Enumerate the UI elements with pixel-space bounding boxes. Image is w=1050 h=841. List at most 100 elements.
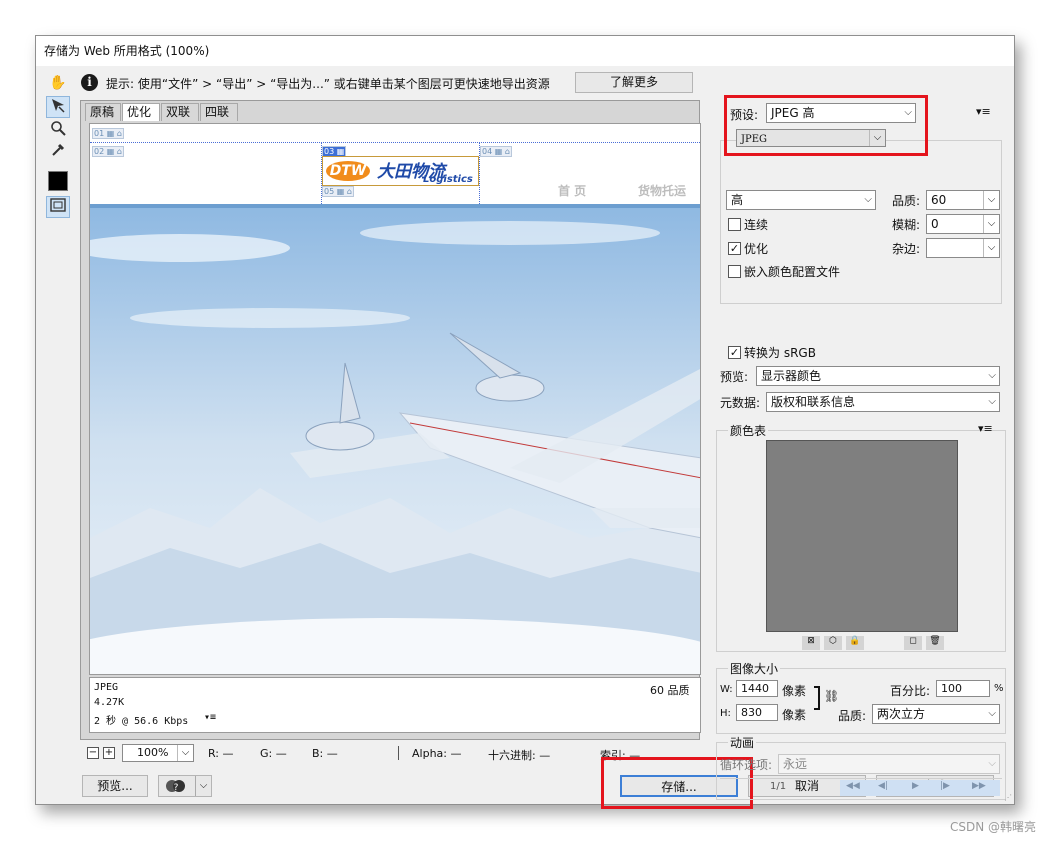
preview-color-select[interactable]: 显示器颜色 ⌵	[756, 366, 1000, 386]
output-size: 4.27K	[94, 697, 125, 708]
airplane-banner-image	[90, 208, 700, 674]
optimized-checkbox[interactable]: ✓	[728, 242, 741, 255]
window-title: 存储为 Web 所用格式 (100%)	[36, 36, 1014, 66]
blur-input[interactable]: 0 ⌵	[926, 214, 1000, 234]
panel-menu-icon[interactable]: ▾≡	[976, 105, 991, 118]
toggle-slices-icon[interactable]	[46, 196, 70, 218]
preset-highlight-box	[724, 95, 928, 156]
zoom-in-button[interactable]: +	[103, 747, 115, 759]
slice-label: 02 ▦ ⌂	[92, 146, 124, 157]
zoom-out-button[interactable]: −	[87, 747, 99, 759]
cube-icon[interactable]: ⬡	[824, 636, 842, 650]
loop-options-label: 循环选项:	[720, 758, 773, 772]
preview-in-browser-button[interactable]: 预览...	[82, 775, 148, 797]
blue-readout: B: —	[312, 747, 338, 760]
percent-unit: %	[994, 683, 1004, 694]
embed-profile-label: 嵌入颜色配置文件	[744, 265, 841, 279]
slice-select-tool-icon[interactable]	[46, 96, 70, 118]
slice-label: 05 ▦ ⌂	[322, 186, 354, 197]
frame-counter: 1/1	[770, 781, 787, 792]
zoom-level-select[interactable]: 100% ⌵	[122, 744, 194, 762]
convert-srgb-label: 转换为 sRGB	[744, 346, 816, 360]
width-unit: 像素	[782, 684, 807, 698]
play-icon[interactable]: ▶	[912, 781, 919, 791]
matte-select[interactable]: ⌵	[926, 238, 1000, 258]
resize-grip-icon[interactable]: ⋰	[1004, 793, 1012, 802]
slice-label: 01 ▦ ⌂	[92, 128, 124, 139]
height-unit: 像素	[782, 708, 807, 722]
quality-label: 品质:	[892, 194, 921, 208]
animation-controls: 1/1 ◀◀ ◀| ▶ |▶ ▶▶	[720, 778, 1002, 796]
optimized-label: 优化	[744, 242, 769, 256]
learn-more-button[interactable]: 了解更多	[575, 72, 693, 93]
red-readout: R: —	[208, 747, 234, 760]
tab-2-up[interactable]: 双联	[161, 103, 199, 121]
save-for-web-dialog: 存储为 Web 所用格式 (100%) i 提示: 使用“文件” > “导出” …	[35, 35, 1015, 809]
download-speed-menu-icon[interactable]: ▾≡	[204, 712, 216, 723]
hex-readout: 十六进制: —	[488, 749, 551, 762]
new-color-icon[interactable]: ◻	[904, 636, 922, 650]
blur-label: 模糊:	[892, 218, 921, 232]
color-table-title: 颜色表	[728, 422, 769, 439]
convert-srgb-checkbox[interactable]: ✓	[728, 346, 741, 359]
width-input[interactable]: 1440	[736, 680, 778, 697]
loop-options-select[interactable]: 永远 ⌵	[778, 754, 1000, 774]
resample-quality-select[interactable]: 两次立方 ⌵	[872, 704, 1000, 724]
preview-pane: 原稿 优化 双联 四联 01 ▦ ⌂ 02 ▦ ⌂ 03 ▦ 04 ▦ ⌂ 05…	[80, 100, 701, 740]
download-time: 2 秒 @ 56.6 Kbps	[94, 716, 189, 727]
nav-home: 首 页	[558, 184, 587, 198]
embed-profile-checkbox[interactable]	[728, 265, 741, 278]
image-size-title: 图像大小	[728, 660, 781, 677]
animation-title: 动画	[728, 734, 757, 751]
preview-color-label: 预览:	[720, 370, 749, 384]
company-logo-badge: DTW	[326, 161, 370, 181]
output-quality: 60 品质	[650, 684, 690, 697]
browser-select[interactable]: ? ⌵	[158, 775, 212, 797]
zoom-tool-icon[interactable]	[46, 120, 70, 142]
optimized-image-preview[interactable]: 01 ▦ ⌂ 02 ▦ ⌂ 03 ▦ 04 ▦ ⌂ 05 ▦ ⌂ DTW 大田物…	[89, 123, 701, 675]
hand-tool-icon[interactable]: ✋	[46, 72, 70, 94]
chevron-down-icon: ⌵	[195, 776, 211, 796]
previous-frame-icon[interactable]: ◀|	[878, 781, 888, 791]
tab-optimized[interactable]: 优化	[122, 103, 160, 121]
height-input[interactable]: 830	[736, 704, 778, 721]
tab-4-up[interactable]: 四联	[200, 103, 238, 121]
height-label: H:	[720, 708, 731, 719]
optimization-info: JPEG 4.27K 2 秒 @ 56.6 Kbps ▾≡ 60 品质	[89, 677, 701, 733]
next-frame-icon[interactable]: |▶	[940, 781, 950, 791]
slice-line	[90, 142, 700, 143]
output-format: JPEG	[94, 682, 119, 693]
alpha-readout: Alpha: —	[412, 747, 462, 760]
color-table-swatches[interactable]	[766, 440, 958, 632]
color-table-menu-icon[interactable]: ▾≡	[978, 422, 993, 435]
width-label: W:	[720, 684, 733, 695]
green-readout: G: —	[260, 747, 287, 760]
quality-input[interactable]: 60 ⌵	[926, 190, 1000, 210]
web-shift-icon[interactable]: ⊠	[802, 636, 820, 650]
metadata-select[interactable]: 版权和联系信息 ⌵	[766, 392, 1000, 412]
chain-link-icon[interactable]: ⛓	[824, 689, 839, 703]
progressive-checkbox[interactable]	[728, 218, 741, 231]
percent-input[interactable]: 100	[936, 680, 990, 697]
image-size-group	[716, 668, 1006, 734]
hint-text: 提示: 使用“文件” > “导出” > “导出为...” 或右键单击某个图层可更…	[106, 77, 550, 91]
status-divider	[398, 746, 399, 760]
metadata-label: 元数据:	[720, 396, 761, 410]
progressive-label: 连续	[744, 218, 769, 232]
matte-label: 杂边:	[892, 242, 921, 256]
first-frame-icon[interactable]: ◀◀	[846, 781, 860, 791]
tab-original[interactable]: 原稿	[85, 103, 121, 121]
animation-buttons: ◀◀ ◀| ▶ |▶ ▶▶	[840, 780, 1000, 796]
last-frame-icon[interactable]: ▶▶	[972, 781, 986, 791]
nav-shipping: 货物托运	[638, 184, 687, 198]
lock-icon[interactable]: 🔒	[846, 636, 864, 650]
trash-icon[interactable]: 🗑	[926, 636, 944, 650]
logo-english-name: Logistics	[423, 174, 473, 185]
hint-bar: i 提示: 使用“文件” > “导出” > “导出为...” 或右键单击某个图层…	[80, 70, 1008, 96]
eyedropper-color-swatch[interactable]	[46, 170, 70, 192]
slice-label: 04 ▦ ⌂	[480, 146, 512, 157]
resample-quality-label: 品质:	[838, 709, 867, 723]
eyedropper-tool-icon[interactable]	[46, 142, 70, 164]
link-bracket	[814, 686, 820, 710]
compression-quality-select[interactable]: 高 ⌵	[726, 190, 876, 210]
